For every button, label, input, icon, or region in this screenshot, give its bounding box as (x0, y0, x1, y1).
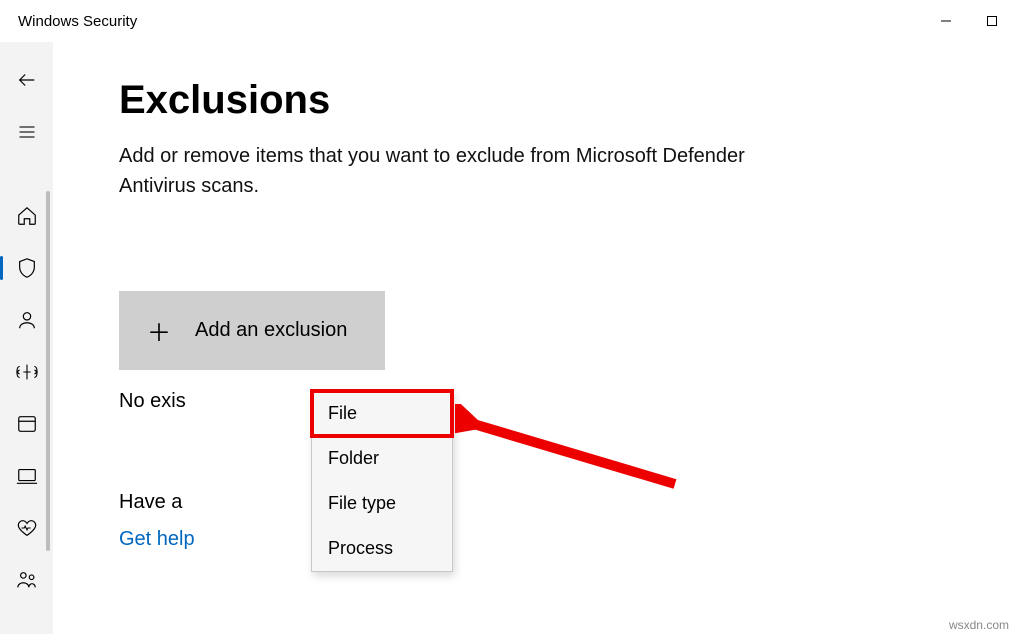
add-exclusion-label: Add an exclusion (195, 319, 347, 342)
hamburger-icon (17, 122, 37, 142)
watermark: wsxdn.com (949, 618, 1009, 632)
annotation-arrow (455, 404, 685, 494)
maximize-icon (986, 15, 998, 27)
question-heading: Have a (119, 491, 955, 514)
device-icon (16, 465, 38, 487)
sidebar-item-family[interactable] (0, 554, 53, 606)
firewall-icon (15, 361, 39, 383)
titlebar: Windows Security (0, 0, 1015, 42)
get-help-link[interactable]: Get help (119, 528, 955, 551)
minimize-button[interactable] (923, 0, 969, 42)
dropdown-item-folder[interactable]: Folder (312, 436, 452, 481)
dropdown-item-process[interactable]: Process (312, 526, 452, 571)
window-controls (923, 0, 1015, 42)
home-icon (16, 205, 38, 227)
page-description: Add or remove items that you want to exc… (119, 141, 819, 201)
add-exclusion-button[interactable]: ＋ Add an exclusion (119, 291, 385, 370)
plus-icon: ＋ (147, 313, 171, 348)
window-title: Windows Security (18, 13, 137, 30)
minimize-icon (940, 15, 952, 27)
sidebar-scrollbar[interactable] (46, 191, 50, 551)
page-title: Exclusions (119, 78, 955, 123)
maximize-button[interactable] (969, 0, 1015, 42)
dropdown-item-file[interactable]: File (312, 391, 452, 436)
back-button[interactable] (0, 54, 53, 106)
heart-health-icon (16, 517, 38, 539)
back-arrow-icon (16, 69, 38, 91)
family-icon (16, 569, 38, 591)
content-area: Exclusions Add or remove items that you … (53, 42, 1015, 634)
dropdown-item-filetype[interactable]: File type (312, 481, 452, 526)
exclusion-type-dropdown: File Folder File type Process (311, 390, 453, 572)
account-icon (16, 309, 38, 331)
no-existing-text: No exis (119, 390, 955, 413)
menu-button[interactable] (0, 106, 53, 158)
app-browser-icon (16, 413, 38, 435)
sidebar (0, 42, 53, 634)
shield-icon (16, 257, 38, 279)
